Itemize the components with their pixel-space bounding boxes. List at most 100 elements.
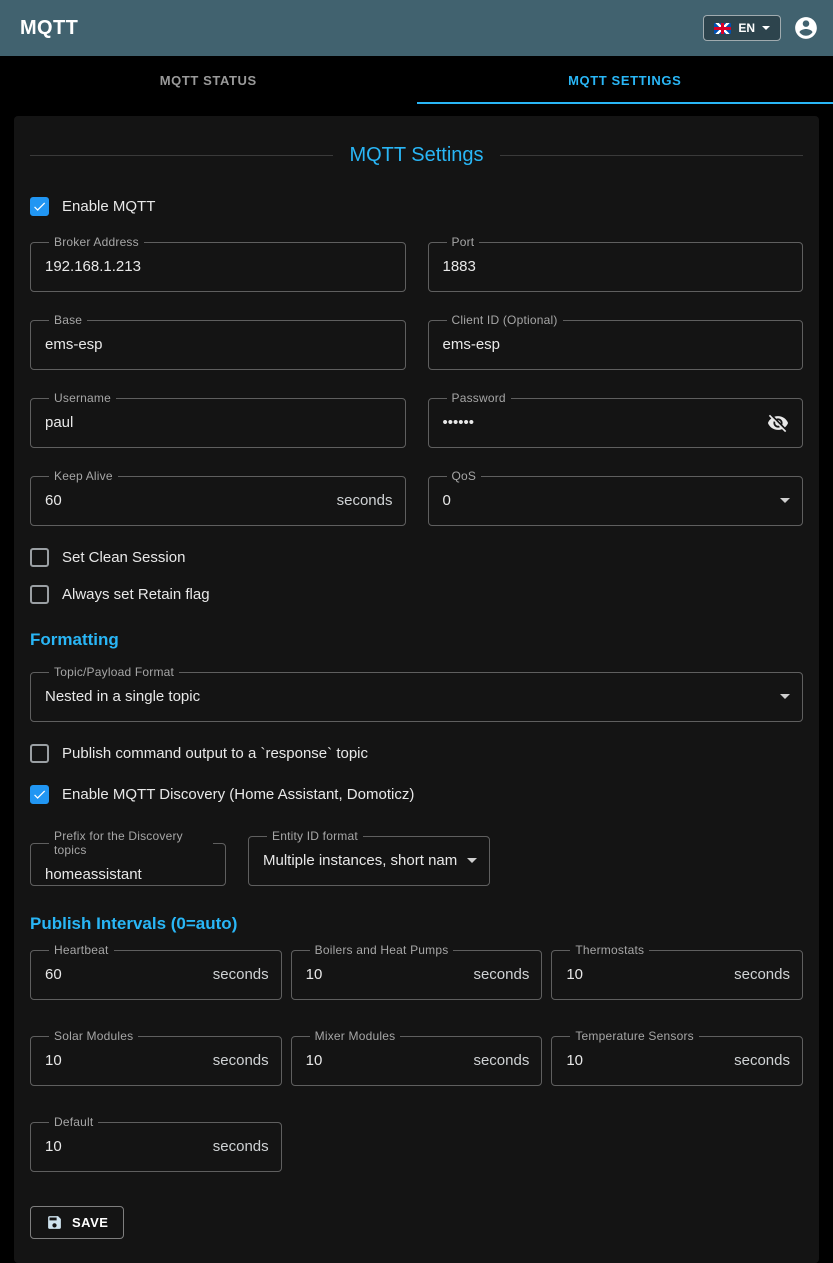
clean-session-checkbox[interactable]: Set Clean Session bbox=[30, 548, 803, 567]
password-label: Password bbox=[452, 391, 506, 405]
topic-format-label: Topic/Payload Format bbox=[54, 665, 174, 679]
discovery-label: Enable MQTT Discovery (Home Assistant, D… bbox=[62, 786, 414, 803]
base-client-row: Base Client ID (Optional) bbox=[30, 314, 803, 370]
base-input[interactable] bbox=[45, 336, 393, 353]
temperature-interval-field[interactable]: Temperature Sensors seconds bbox=[551, 1030, 803, 1086]
tab-mqtt-status-label: MQTT STATUS bbox=[160, 73, 257, 88]
broker-port-row: Broker Address Port bbox=[30, 236, 803, 292]
mixer-interval-field[interactable]: Mixer Modules seconds bbox=[291, 1030, 543, 1086]
tab-mqtt-settings-label: MQTT SETTINGS bbox=[568, 73, 681, 88]
username-label: Username bbox=[54, 391, 111, 405]
solar-input[interactable] bbox=[45, 1052, 205, 1069]
port-input[interactable] bbox=[443, 258, 791, 275]
discovery-checkbox[interactable]: Enable MQTT Discovery (Home Assistant, D… bbox=[30, 785, 803, 804]
boilers-input[interactable] bbox=[306, 966, 466, 983]
tab-mqtt-status[interactable]: MQTT STATUS bbox=[0, 56, 417, 104]
dropdown-arrow-icon bbox=[780, 498, 790, 503]
keepalive-qos-row: Keep Alive seconds QoS 0 bbox=[30, 470, 803, 526]
checkbox-unchecked-icon bbox=[30, 548, 49, 567]
default-label: Default bbox=[54, 1115, 93, 1129]
topic-format-row: Topic/Payload Format Nested in a single … bbox=[30, 666, 803, 722]
checkbox-unchecked-icon bbox=[30, 744, 49, 763]
discovery-prefix-label: Prefix for the Discovery topics bbox=[54, 829, 183, 857]
checkbox-checked-icon bbox=[30, 197, 49, 216]
keep-alive-input[interactable] bbox=[45, 492, 329, 509]
default-input[interactable] bbox=[45, 1138, 205, 1155]
seconds-adornment: seconds bbox=[213, 1052, 269, 1069]
thermostats-interval-field[interactable]: Thermostats seconds bbox=[551, 944, 803, 1000]
username-field[interactable]: Username bbox=[30, 392, 406, 448]
clean-session-label: Set Clean Session bbox=[62, 549, 185, 566]
chevron-down-icon bbox=[762, 26, 770, 30]
qos-value[interactable]: 0 bbox=[443, 492, 771, 509]
divider-left bbox=[30, 155, 333, 156]
account-circle-icon bbox=[793, 15, 819, 41]
broker-address-field[interactable]: Broker Address bbox=[30, 236, 406, 292]
active-tab-indicator bbox=[417, 102, 833, 104]
broker-address-label: Broker Address bbox=[54, 235, 139, 249]
heartbeat-label: Heartbeat bbox=[54, 943, 109, 957]
mixer-label: Mixer Modules bbox=[315, 1029, 396, 1043]
publish-response-label: Publish command output to a `response` t… bbox=[62, 745, 368, 762]
password-field[interactable]: Password bbox=[428, 392, 804, 448]
mixer-input[interactable] bbox=[306, 1052, 466, 1069]
app-bar-actions: EN bbox=[703, 15, 819, 41]
publish-intervals-grid: Heartbeat seconds Boilers and Heat Pumps… bbox=[30, 944, 803, 1172]
keep-alive-label: Keep Alive bbox=[54, 469, 113, 483]
toggle-password-visibility-button[interactable] bbox=[766, 411, 790, 435]
retain-flag-checkbox[interactable]: Always set Retain flag bbox=[30, 585, 803, 604]
entity-format-select[interactable]: Entity ID format Multiple instances, sho… bbox=[248, 830, 490, 886]
entity-format-value[interactable]: Multiple instances, short name bbox=[263, 852, 457, 869]
thermostats-label: Thermostats bbox=[575, 943, 644, 957]
default-interval-field[interactable]: Default seconds bbox=[30, 1116, 282, 1172]
seconds-adornment: seconds bbox=[213, 1138, 269, 1155]
entity-format-label: Entity ID format bbox=[272, 829, 358, 843]
tab-bar: MQTT STATUS MQTT SETTINGS bbox=[0, 56, 833, 104]
heartbeat-input[interactable] bbox=[45, 966, 205, 983]
language-selector-button[interactable]: EN bbox=[703, 15, 781, 41]
boilers-interval-field[interactable]: Boilers and Heat Pumps seconds bbox=[291, 944, 543, 1000]
temperature-label: Temperature Sensors bbox=[575, 1029, 694, 1043]
tab-mqtt-settings[interactable]: MQTT SETTINGS bbox=[417, 56, 833, 104]
username-input[interactable] bbox=[45, 414, 393, 431]
qos-select[interactable]: QoS 0 bbox=[428, 470, 804, 526]
keep-alive-field[interactable]: Keep Alive seconds bbox=[30, 470, 406, 526]
topic-format-select[interactable]: Topic/Payload Format Nested in a single … bbox=[30, 666, 803, 722]
solar-interval-field[interactable]: Solar Modules seconds bbox=[30, 1030, 282, 1086]
save-button[interactable]: SAVE bbox=[30, 1206, 124, 1239]
discovery-prefix-field[interactable]: Prefix for the Discovery topics bbox=[30, 830, 226, 886]
enable-mqtt-checkbox[interactable]: Enable MQTT bbox=[30, 197, 803, 216]
base-field[interactable]: Base bbox=[30, 314, 406, 370]
password-input[interactable] bbox=[443, 414, 759, 431]
settings-card: MQTT Settings Enable MQTT Broker Address… bbox=[14, 116, 819, 1263]
publish-intervals-section-title: Publish Intervals (0=auto) bbox=[30, 914, 803, 934]
enable-mqtt-label: Enable MQTT bbox=[62, 198, 155, 215]
client-id-field[interactable]: Client ID (Optional) bbox=[428, 314, 804, 370]
client-id-input[interactable] bbox=[443, 336, 791, 353]
seconds-adornment: seconds bbox=[473, 1052, 529, 1069]
base-label: Base bbox=[54, 313, 82, 327]
publish-response-checkbox[interactable]: Publish command output to a `response` t… bbox=[30, 744, 803, 763]
formatting-section-title: Formatting bbox=[30, 630, 803, 650]
discovery-prefix-input[interactable] bbox=[45, 866, 213, 883]
uk-flag-icon bbox=[714, 23, 731, 34]
divider-right bbox=[500, 155, 803, 156]
temperature-input[interactable] bbox=[566, 1052, 726, 1069]
save-icon bbox=[46, 1214, 63, 1231]
thermostats-input[interactable] bbox=[566, 966, 726, 983]
save-row: SAVE bbox=[30, 1206, 803, 1239]
retain-flag-label: Always set Retain flag bbox=[62, 586, 210, 603]
checkbox-checked-icon bbox=[30, 785, 49, 804]
client-id-label: Client ID (Optional) bbox=[452, 313, 558, 327]
seconds-adornment: seconds bbox=[734, 966, 790, 983]
broker-address-input[interactable] bbox=[45, 258, 393, 275]
boilers-label: Boilers and Heat Pumps bbox=[315, 943, 449, 957]
seconds-adornment: seconds bbox=[213, 966, 269, 983]
port-field[interactable]: Port bbox=[428, 236, 804, 292]
heartbeat-interval-field[interactable]: Heartbeat seconds bbox=[30, 944, 282, 1000]
solar-label: Solar Modules bbox=[54, 1029, 133, 1043]
topic-format-value[interactable]: Nested in a single topic bbox=[45, 688, 770, 705]
save-button-label: SAVE bbox=[72, 1215, 108, 1230]
dropdown-arrow-icon bbox=[780, 694, 790, 699]
account-button[interactable] bbox=[793, 15, 819, 41]
